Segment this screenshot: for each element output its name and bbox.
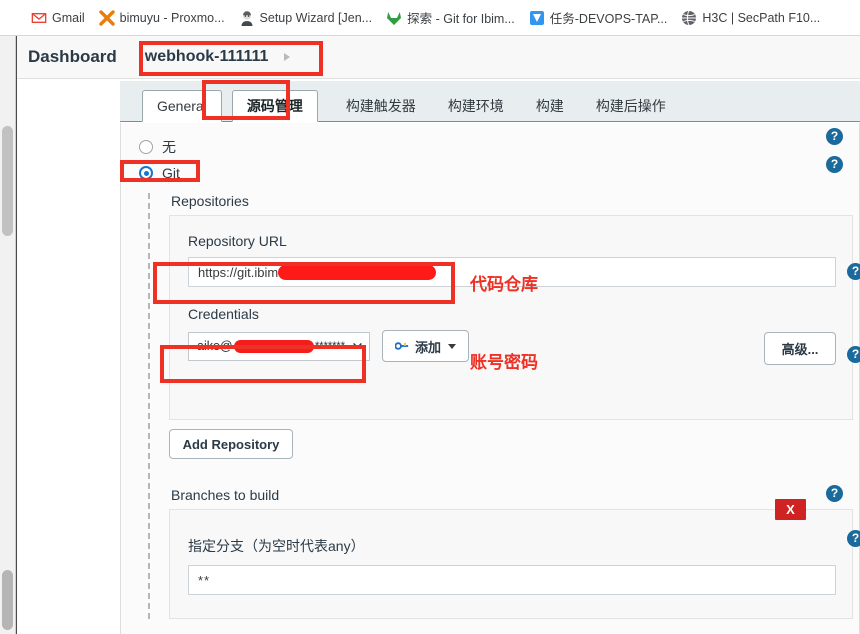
- bookmark-label: Setup Wizard [Jen...: [259, 10, 373, 25]
- tapd-icon: [529, 10, 545, 26]
- radio-option-none[interactable]: 无: [121, 134, 859, 160]
- breadcrumb-bar: Dashboard webhook-111111: [0, 36, 860, 79]
- radio-option-git[interactable]: Git: [121, 160, 859, 186]
- bookmark-setup-wizard[interactable]: Setup Wizard [Jen...: [232, 7, 380, 29]
- chevron-down-icon[interactable]: [448, 343, 457, 349]
- advanced-label: 高级...: [781, 342, 819, 357]
- repository-url-value: https://git.ibim: [198, 264, 279, 280]
- bookmark-label: 探索 - Git for Ibim...: [407, 12, 515, 26]
- credentials-label: Credentials: [188, 306, 259, 322]
- browser-bookmark-bar: Gmail bimuyu - Proxmo... Setup Wizard [J…: [0, 0, 860, 36]
- add-repository-button[interactable]: Add Repository: [169, 429, 293, 459]
- jenkins-butler-icon: [239, 10, 255, 26]
- credentials-value-suffix: *******: [315, 340, 345, 352]
- bookmark-gmail[interactable]: Gmail: [24, 7, 92, 29]
- annotation-text-repository: 代码仓库: [470, 275, 538, 294]
- radio-label-none: 无: [162, 139, 176, 155]
- branches-to-build-label: Branches to build: [171, 487, 280, 503]
- bookmark-label: Gmail: [52, 10, 85, 25]
- bookmark-label: H3C | SecPath F10...: [702, 10, 821, 25]
- branch-specifier-label: 指定分支（为空时代表any）: [188, 538, 365, 554]
- job-configuration-area: General 源码管理 构建触发器 构建环境 构建 构建后操作 无 Git R…: [17, 79, 860, 634]
- proxmox-x-icon: [98, 9, 115, 26]
- tab-source-code-management[interactable]: 源码管理: [231, 90, 318, 122]
- scm-form-panel: 无 Git Repositories Repository URL https:…: [120, 123, 860, 634]
- page-left-edge: [16, 36, 17, 634]
- bookmark-label: bimuyu - Proxmo...: [119, 10, 225, 25]
- delete-branch-button[interactable]: X: [775, 499, 806, 520]
- branch-specifier-value: **: [198, 572, 211, 588]
- branch-block: 指定分支（为空时代表any） ** X ?: [169, 499, 860, 619]
- globe-icon: [681, 10, 697, 26]
- redaction-overlay-url: [278, 264, 437, 280]
- gitlab-tanuki-icon: [386, 10, 402, 26]
- annotation-text-credentials: 账号密码: [470, 353, 538, 372]
- chevron-right-icon[interactable]: [284, 53, 291, 61]
- help-icon-branches-to-build[interactable]: ?: [826, 485, 843, 502]
- tab-label: 构建: [535, 97, 564, 114]
- bookmark-h3c-secpath[interactable]: H3C | SecPath F10...: [674, 7, 827, 29]
- bookmark-proxmox[interactable]: bimuyu - Proxmo...: [92, 7, 232, 29]
- advanced-button[interactable]: 高级...: [764, 332, 836, 365]
- tab-general[interactable]: General: [142, 90, 222, 122]
- help-icon-git-scm[interactable]: ?: [826, 128, 843, 145]
- tab-build-environment[interactable]: 构建环境: [434, 90, 518, 122]
- redaction-overlay-credentials: [233, 339, 315, 353]
- tab-post-build-actions[interactable]: 构建后操作: [582, 90, 680, 122]
- tab-label: 构建后操作: [595, 97, 666, 114]
- breadcrumb-job[interactable]: webhook-111111: [145, 48, 303, 66]
- add-repository-label: Add Repository: [182, 436, 280, 452]
- help-icon-credentials[interactable]: ?: [847, 346, 860, 363]
- bookmark-tapd-task[interactable]: 任务-DEVOPS-TAP...: [522, 5, 675, 30]
- scrollbar-thumb-secondary[interactable]: [2, 570, 13, 630]
- branch-specifier-input[interactable]: **: [188, 565, 836, 595]
- radio-button-git[interactable]: [139, 166, 153, 180]
- breadcrumb-job-wrapper: webhook-111111: [145, 48, 303, 66]
- chevron-down-icon[interactable]: [353, 342, 362, 349]
- key-icon: [395, 342, 409, 350]
- tab-label: 构建环境: [447, 97, 504, 114]
- gmail-icon: [31, 10, 47, 26]
- config-tab-strip: General 源码管理 构建触发器 构建环境 构建 构建后操作: [120, 81, 860, 122]
- add-credentials-label: 添加: [415, 339, 442, 355]
- credentials-select[interactable]: aike@ *******: [188, 331, 370, 361]
- tab-label: General: [157, 97, 207, 114]
- radio-label-git: Git: [162, 165, 180, 181]
- bookmark-git-explore[interactable]: 探索 - Git for Ibim...: [379, 5, 522, 30]
- scrollbar-thumb[interactable]: [2, 126, 13, 236]
- credentials-select-wrapper[interactable]: aike@ *******: [188, 331, 370, 361]
- repository-url-label: Repository URL: [188, 233, 287, 249]
- tab-label: 构建触发器: [345, 97, 416, 114]
- repositories-label: Repositories: [171, 193, 249, 209]
- tab-label: 源码管理: [246, 97, 303, 114]
- repository-block: Repository URL https://git.ibim ? Creden…: [169, 215, 860, 420]
- help-icon-branch-specifier[interactable]: ?: [847, 530, 860, 547]
- git-scm-section: Repositories Repository URL https://git.…: [148, 193, 860, 619]
- help-icon-repositories[interactable]: ?: [826, 156, 843, 173]
- tab-build[interactable]: 构建: [522, 90, 578, 122]
- credentials-value-prefix: aike@: [197, 339, 233, 353]
- page-scrollbar-vertical[interactable]: [0, 36, 16, 634]
- bookmark-label: 任务-DEVOPS-TAP...: [549, 12, 668, 26]
- help-icon-repository-url[interactable]: ?: [847, 263, 860, 280]
- radio-button-none[interactable]: [139, 140, 153, 154]
- add-credentials-button[interactable]: 添加: [382, 330, 470, 362]
- breadcrumb-dashboard[interactable]: Dashboard: [28, 47, 117, 67]
- tab-build-triggers[interactable]: 构建触发器: [332, 90, 430, 122]
